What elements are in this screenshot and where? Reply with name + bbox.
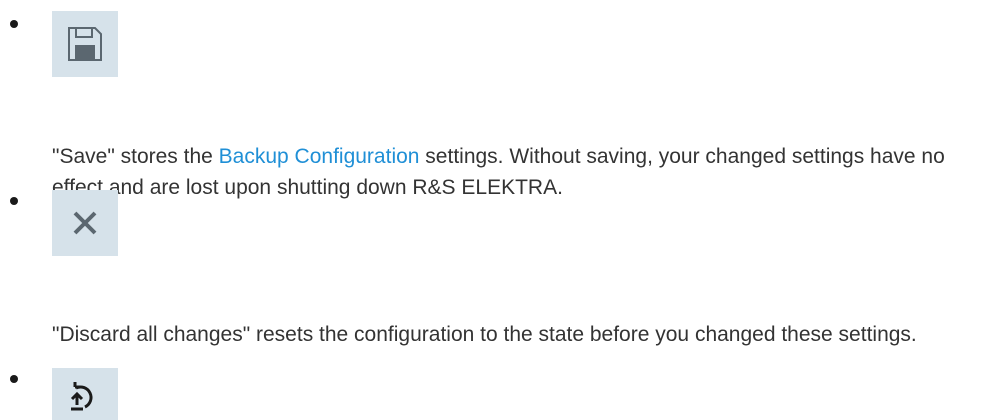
- save-description: "Save" stores the Backup Configuration s…: [52, 141, 982, 203]
- discard-description: "Discard all changes" resets the configu…: [52, 323, 917, 346]
- save-button-illustration: [52, 11, 118, 77]
- list-bullet: [10, 375, 18, 383]
- restore-icon: [70, 382, 93, 411]
- list-bullet: [10, 197, 18, 205]
- discard-button-illustration: [52, 190, 118, 256]
- close-icon: [73, 211, 97, 235]
- restore-button-illustration: [52, 368, 118, 420]
- backup-configuration-link[interactable]: Backup Configuration: [219, 145, 420, 168]
- save-description-prefix: "Save" stores the: [52, 145, 219, 168]
- list-bullet: [10, 20, 18, 28]
- save-icon: [68, 27, 102, 61]
